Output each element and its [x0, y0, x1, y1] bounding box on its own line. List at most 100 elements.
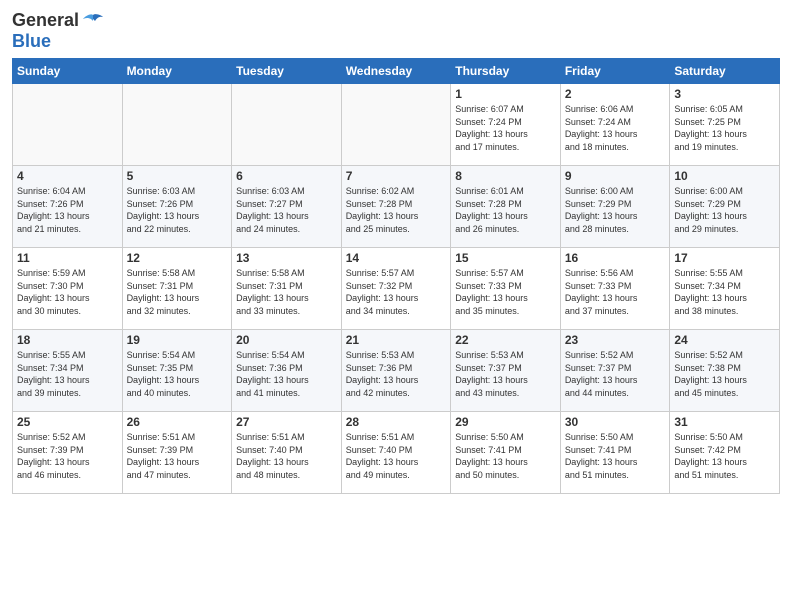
day-cell: 6 Sunrise: 6:03 AM Sunset: 7:27 PM Daylig… — [232, 166, 342, 248]
day-cell: 11Sunrise: 5:59 AM Sunset: 7:30 PM Dayli… — [13, 248, 123, 330]
day-cell: 14 Sunrise: 5:57 AM Sunset: 7:32 PM Dayli… — [341, 248, 451, 330]
day-info: Sunrise: 5:56 AM Sunset: 7:33 PM Dayligh… — [565, 267, 666, 317]
week-row-2: 4 Sunrise: 6:04 AM Sunset: 7:26 PM Daylig… — [13, 166, 780, 248]
day-info: Sunrise: 6:04 AM Sunset: 7:26 PM Dayligh… — [17, 185, 118, 235]
day-info: Sunrise: 5:52 AM Sunset: 7:37 PM Dayligh… — [565, 349, 666, 399]
day-info: Sunrise: 6:03 AM Sunset: 7:27 PM Dayligh… — [236, 185, 337, 235]
day-info: Sunrise: 5:55 AM Sunset: 7:34 PM Dayligh… — [17, 349, 118, 399]
day-cell: 30Sunrise: 5:50 AM Sunset: 7:41 PM Dayli… — [560, 412, 670, 494]
day-cell: 10 Sunrise: 6:00 AM Sunset: 7:29 PM Dayli… — [670, 166, 780, 248]
day-number: 21 — [346, 333, 447, 347]
day-number: 19 — [127, 333, 228, 347]
day-cell — [232, 84, 342, 166]
day-cell: 16Sunrise: 5:56 AM Sunset: 7:33 PM Dayli… — [560, 248, 670, 330]
day-cell: 5 Sunrise: 6:03 AM Sunset: 7:26 PM Daylig… — [122, 166, 232, 248]
calendar-header: SundayMondayTuesdayWednesdayThursdayFrid… — [13, 59, 780, 84]
header: General Blue — [12, 10, 780, 52]
day-cell: 9 Sunrise: 6:00 AM Sunset: 7:29 PM Daylig… — [560, 166, 670, 248]
day-number: 17 — [674, 251, 775, 265]
header-cell-tuesday: Tuesday — [232, 59, 342, 84]
day-cell: 29 Sunrise: 5:50 AM Sunset: 7:41 PM Dayli… — [451, 412, 561, 494]
day-cell: 28 Sunrise: 5:51 AM Sunset: 7:40 PM Dayli… — [341, 412, 451, 494]
day-info: Sunrise: 5:51 AM Sunset: 7:40 PM Dayligh… — [236, 431, 337, 481]
day-info: Sunrise: 5:53 AM Sunset: 7:36 PM Dayligh… — [346, 349, 447, 399]
day-cell — [122, 84, 232, 166]
day-info: Sunrise: 5:51 AM Sunset: 7:40 PM Dayligh… — [346, 431, 447, 481]
day-number: 3 — [674, 87, 775, 101]
header-cell-monday: Monday — [122, 59, 232, 84]
day-cell: 7Sunrise: 6:02 AM Sunset: 7:28 PM Daylig… — [341, 166, 451, 248]
day-number: 23 — [565, 333, 666, 347]
day-info: Sunrise: 5:53 AM Sunset: 7:37 PM Dayligh… — [455, 349, 556, 399]
day-number: 2 — [565, 87, 666, 101]
day-cell: 2 Sunrise: 6:06 AM Sunset: 7:24 AM Daylig… — [560, 84, 670, 166]
day-info: Sunrise: 5:50 AM Sunset: 7:42 PM Dayligh… — [674, 431, 775, 481]
day-info: Sunrise: 5:57 AM Sunset: 7:32 PM Dayligh… — [346, 267, 447, 317]
day-number: 26 — [127, 415, 228, 429]
day-info: Sunrise: 6:05 AM Sunset: 7:25 PM Dayligh… — [674, 103, 775, 153]
logo-bird-icon — [83, 13, 103, 29]
day-number: 20 — [236, 333, 337, 347]
day-number: 30 — [565, 415, 666, 429]
day-cell: 23 Sunrise: 5:52 AM Sunset: 7:37 PM Dayli… — [560, 330, 670, 412]
week-row-1: 1 Sunrise: 6:07 AM Sunset: 7:24 PM Daylig… — [13, 84, 780, 166]
day-info: Sunrise: 6:03 AM Sunset: 7:26 PM Dayligh… — [127, 185, 228, 235]
day-number: 29 — [455, 415, 556, 429]
day-cell: 4 Sunrise: 6:04 AM Sunset: 7:26 PM Daylig… — [13, 166, 123, 248]
day-number: 10 — [674, 169, 775, 183]
week-row-4: 18 Sunrise: 5:55 AM Sunset: 7:34 PM Dayli… — [13, 330, 780, 412]
day-info: Sunrise: 6:06 AM Sunset: 7:24 AM Dayligh… — [565, 103, 666, 153]
day-info: Sunrise: 6:00 AM Sunset: 7:29 PM Dayligh… — [674, 185, 775, 235]
day-cell: 20Sunrise: 5:54 AM Sunset: 7:36 PM Dayli… — [232, 330, 342, 412]
logo: General Blue — [12, 10, 103, 52]
page: General Blue SundayMondayTuesdayWednesda… — [0, 0, 792, 612]
day-info: Sunrise: 5:58 AM Sunset: 7:31 PM Dayligh… — [127, 267, 228, 317]
day-cell: 13 Sunrise: 5:58 AM Sunset: 7:31 PM Dayli… — [232, 248, 342, 330]
day-number: 24 — [674, 333, 775, 347]
header-cell-friday: Friday — [560, 59, 670, 84]
calendar-body: 1 Sunrise: 6:07 AM Sunset: 7:24 PM Daylig… — [13, 84, 780, 494]
header-cell-saturday: Saturday — [670, 59, 780, 84]
day-info: Sunrise: 6:07 AM Sunset: 7:24 PM Dayligh… — [455, 103, 556, 153]
header-cell-wednesday: Wednesday — [341, 59, 451, 84]
day-cell: 18 Sunrise: 5:55 AM Sunset: 7:34 PM Dayli… — [13, 330, 123, 412]
day-number: 13 — [236, 251, 337, 265]
day-number: 15 — [455, 251, 556, 265]
day-cell: 3 Sunrise: 6:05 AM Sunset: 7:25 PM Daylig… — [670, 84, 780, 166]
day-cell: 12Sunrise: 5:58 AM Sunset: 7:31 PM Dayli… — [122, 248, 232, 330]
day-number: 1 — [455, 87, 556, 101]
day-info: Sunrise: 5:50 AM Sunset: 7:41 PM Dayligh… — [455, 431, 556, 481]
day-cell: 17 Sunrise: 5:55 AM Sunset: 7:34 PM Dayli… — [670, 248, 780, 330]
day-info: Sunrise: 5:59 AM Sunset: 7:30 PM Dayligh… — [17, 267, 118, 317]
day-info: Sunrise: 5:51 AM Sunset: 7:39 PM Dayligh… — [127, 431, 228, 481]
day-info: Sunrise: 6:02 AM Sunset: 7:28 PM Dayligh… — [346, 185, 447, 235]
day-number: 22 — [455, 333, 556, 347]
logo-general-text: General — [12, 10, 79, 31]
week-row-3: 11Sunrise: 5:59 AM Sunset: 7:30 PM Dayli… — [13, 248, 780, 330]
day-number: 18 — [17, 333, 118, 347]
calendar-table: SundayMondayTuesdayWednesdayThursdayFrid… — [12, 58, 780, 494]
day-info: Sunrise: 5:55 AM Sunset: 7:34 PM Dayligh… — [674, 267, 775, 317]
day-cell: 24Sunrise: 5:52 AM Sunset: 7:38 PM Dayli… — [670, 330, 780, 412]
day-cell — [341, 84, 451, 166]
day-number: 5 — [127, 169, 228, 183]
day-cell: 25Sunrise: 5:52 AM Sunset: 7:39 PM Dayli… — [13, 412, 123, 494]
day-info: Sunrise: 5:52 AM Sunset: 7:39 PM Dayligh… — [17, 431, 118, 481]
day-cell: 26 Sunrise: 5:51 AM Sunset: 7:39 PM Dayli… — [122, 412, 232, 494]
day-number: 28 — [346, 415, 447, 429]
day-number: 8 — [455, 169, 556, 183]
day-info: Sunrise: 6:00 AM Sunset: 7:29 PM Dayligh… — [565, 185, 666, 235]
day-number: 9 — [565, 169, 666, 183]
header-cell-sunday: Sunday — [13, 59, 123, 84]
day-number: 6 — [236, 169, 337, 183]
day-number: 27 — [236, 415, 337, 429]
day-number: 4 — [17, 169, 118, 183]
day-info: Sunrise: 5:54 AM Sunset: 7:35 PM Dayligh… — [127, 349, 228, 399]
day-info: Sunrise: 5:57 AM Sunset: 7:33 PM Dayligh… — [455, 267, 556, 317]
header-row: SundayMondayTuesdayWednesdayThursdayFrid… — [13, 59, 780, 84]
day-info: Sunrise: 6:01 AM Sunset: 7:28 PM Dayligh… — [455, 185, 556, 235]
day-cell: 21 Sunrise: 5:53 AM Sunset: 7:36 PM Dayli… — [341, 330, 451, 412]
day-number: 14 — [346, 251, 447, 265]
day-info: Sunrise: 5:58 AM Sunset: 7:31 PM Dayligh… — [236, 267, 337, 317]
day-cell — [13, 84, 123, 166]
